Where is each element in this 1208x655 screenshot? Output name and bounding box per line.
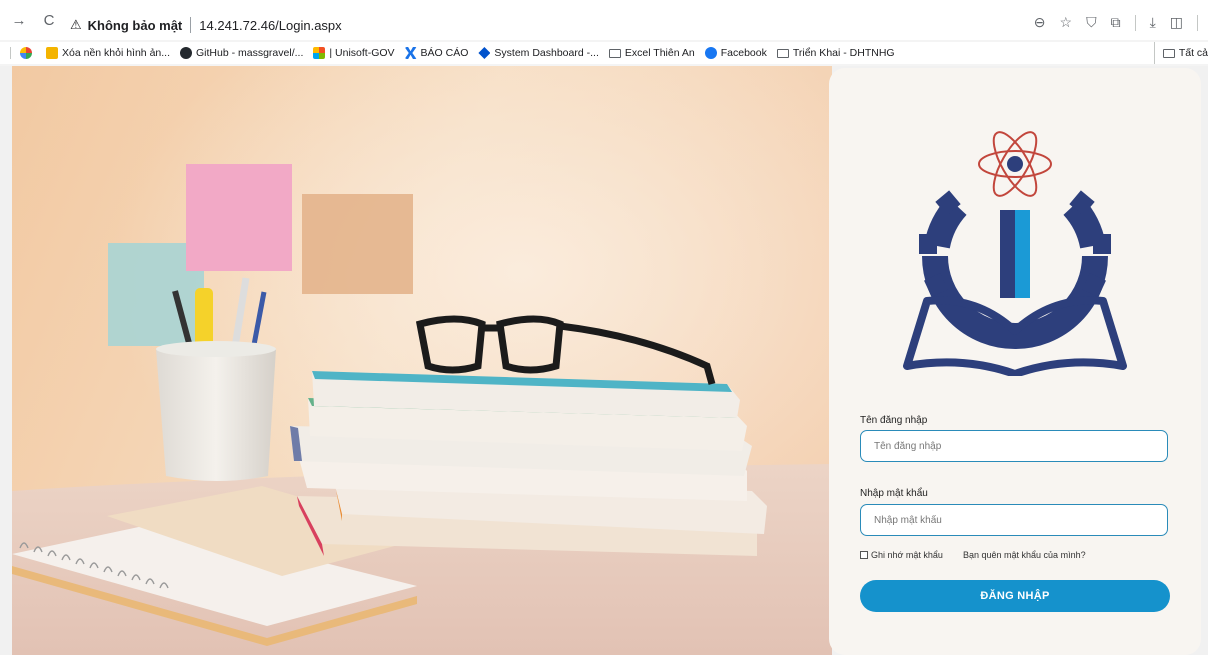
zoom-icon[interactable]: ⊖ [1034,14,1046,31]
bookmark-folder[interactable]: Excel Thiên An [608,47,695,59]
remove-bg-icon [46,47,58,59]
download-icon[interactable]: ⤓ [1150,14,1156,31]
bookmark-apps[interactable] [20,47,36,59]
bookmark-item[interactable]: GitHub - massgravel/... [180,47,303,59]
folder-icon [608,48,621,58]
bookmark-label: Triển Khai - DHTNHG [792,47,895,59]
apps-icon [20,47,32,59]
address-bar[interactable]: ⚠ Không bảo mật 14.241.72.46/Login.aspx [70,14,342,36]
username-input[interactable] [860,430,1168,462]
remember-checkbox[interactable]: Ghi nhớ mật khẩu [860,550,943,560]
password-label: Nhập mật khẩu [860,488,928,499]
bookmark-item[interactable]: System Dashboard -... [478,47,599,59]
divider [10,47,20,59]
all-bookmarks[interactable]: Tất cả [1153,42,1208,64]
url-text: 14.241.72.46/Login.aspx [199,17,342,33]
bookmark-label: Xóa nền khỏi hình ản... [62,47,170,59]
login-page: Tên đăng nhập Nhập mật khẩu Ghi nhớ mật … [0,66,1208,655]
star-icon[interactable]: ☆ [1060,14,1073,31]
hero-image [12,66,832,655]
security-label: Không bảo mật [87,17,183,33]
split-view-icon[interactable]: ◫ [1170,14,1183,31]
school-logo [903,131,1127,376]
windows-icon [313,47,326,59]
sticky-note-pink [186,164,292,271]
username-label: Tên đăng nhập [860,415,928,426]
divider [1197,14,1198,31]
password-input[interactable] [860,504,1168,536]
warning-icon: ⚠ [70,17,82,32]
book-stack [290,371,767,556]
checkbox-icon[interactable] [860,551,868,559]
bookmark-label: System Dashboard -... [494,47,599,59]
bookmark-label: Facebook [720,47,767,59]
extensions-icon[interactable]: ⧉ [1111,14,1121,31]
bookmark-label: GitHub - massgravel/... [196,47,304,59]
bookmark-item[interactable]: BÁO CÁO [404,47,469,59]
separator [190,17,192,33]
folder-icon [776,48,789,58]
bookmark-folder[interactable]: Triển Khai - DHTNHG [776,47,895,59]
forward-button[interactable]: → [8,9,30,31]
bookmarks-bar: Xóa nền khỏi hình ản... GitHub - massgra… [0,42,1208,64]
bookmark-item[interactable]: Xóa nền khỏi hình ản... [46,47,170,59]
login-button[interactable]: ĐĂNG NHẬP [860,580,1170,612]
x-logo-icon [404,47,417,59]
shield-icon[interactable]: ⛉ [1086,14,1097,31]
bookmark-item[interactable]: Facebook [704,47,767,59]
login-card: Tên đăng nhập Nhập mật khẩu Ghi nhớ mật … [829,68,1201,655]
bookmark-item[interactable]: | Unisoft-GOV [313,47,395,59]
bookmark-label: Tất cả [1178,47,1208,59]
forgot-password-link[interactable]: Bạn quên mật khẩu của mình? [963,550,1086,560]
jira-icon [478,47,491,59]
divider [1134,14,1136,31]
folder-icon [1162,48,1175,58]
bookmark-label: BÁO CÁO [420,47,469,59]
remember-label: Ghi nhớ mật khẩu [871,550,943,560]
github-icon [180,47,192,59]
bookmark-label: Excel Thiên An [624,47,695,59]
sticky-note-tan [302,194,413,294]
reload-button[interactable]: C [38,9,60,31]
bookmark-label: | Unisoft-GOV [329,47,395,59]
facebook-icon [704,47,717,59]
browser-toolbar: → C ⚠ Không bảo mật 14.241.72.46/Login.a… [0,0,1208,40]
